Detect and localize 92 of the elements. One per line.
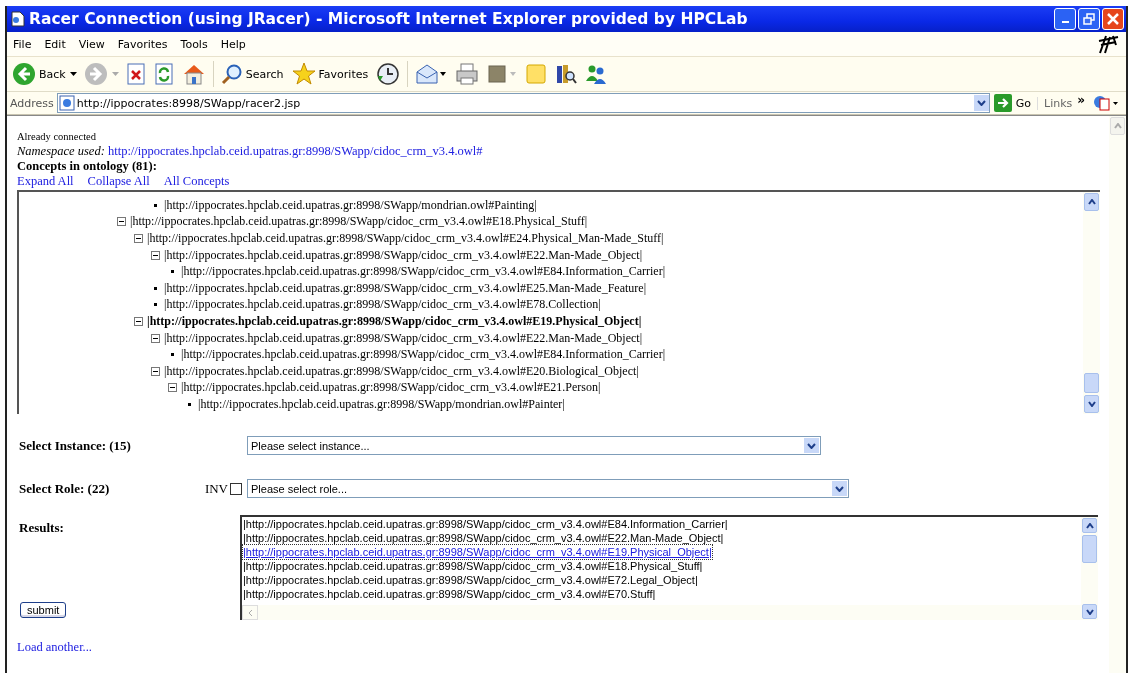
collapse-icon[interactable] xyxy=(151,366,160,376)
dropdown-arrow-icon[interactable] xyxy=(69,72,77,76)
namespace-link[interactable]: http://ippocrates.hpclab.ceid.upatras.gr:8998/SWapp/cidoc_crm_v3.4.owl# xyxy=(107,144,483,158)
scrollbar[interactable] xyxy=(1081,517,1098,620)
note-icon xyxy=(525,63,548,85)
tree-item[interactable]: |http://ippocrates.hpclab.ceid.upatras.gr:8998/SWapp/cidoc_crm_v3.4.owl#E22.Man-Made_Object| xyxy=(164,330,643,346)
tree-item[interactable]: |http://ippocrates.hpclab.ceid.upatras.gr:8998/SWapp/cidoc_crm_v3.4.owl#E22.Man-Made_Object| xyxy=(164,247,643,263)
collapse-icon[interactable] xyxy=(134,316,143,326)
close-button[interactable] xyxy=(1102,8,1124,30)
tree-item[interactable]: |http://ippocrates.hpclab.ceid.upatras.gr:8998/SWapp/mondrian.owl#Painting| xyxy=(164,197,537,213)
tree-item[interactable]: |http://ippocrates.hpclab.ceid.upatras.gr:8998/SWapp/cidoc_crm_v3.4.owl#E24.Physical_Man-Made_Stuff| xyxy=(147,231,664,246)
tree-item[interactable]: |http://ippocrates.hpclab.ceid.upatras.gr:8998/SWapp/cidoc_crm_v3.4.owl#E19.Physical_Object| xyxy=(147,313,642,329)
menu-item[interactable]: Help xyxy=(220,37,246,51)
collapse-icon[interactable] xyxy=(117,217,126,227)
toolbar-button[interactable]: Favorites xyxy=(290,62,370,86)
restore-icon xyxy=(1083,13,1095,25)
go-button[interactable]: Go xyxy=(989,94,1038,112)
page-icon xyxy=(11,11,25,27)
tree-item[interactable]: |http://ippocrates.hpclab.ceid.upatras.gr:8998/SWapp/cidoc_crm_v3.4.owl#E20.Biological_Object| xyxy=(164,363,639,379)
window-title: Racer Connection (using JRacer) - Microsoft Internet Explorer provided by HPCLab xyxy=(29,10,748,28)
list-item[interactable]: |http://ippocrates.hpclab.ceid.upatras.gr:8998/SWapp/cidoc_crm_v3.4.owl#E18.Physical_Stuff| xyxy=(243,559,1081,573)
menu-item[interactable]: Edit xyxy=(44,37,66,51)
inv-label: INV xyxy=(204,480,228,497)
close-icon xyxy=(1107,13,1119,25)
printer-icon xyxy=(455,63,480,85)
minimize-icon xyxy=(1061,21,1069,23)
collapse-icon[interactable] xyxy=(168,383,177,393)
tree-item[interactable]: |http://ippocrates.hpclab.ceid.upatras.gr:8998/SWapp/cidoc_crm_v3.4.owl#E84.Information_Carrier| xyxy=(181,264,666,280)
namespace-label: Namespace used: xyxy=(17,144,105,158)
page-scrollbar[interactable] xyxy=(1109,116,1126,673)
page-icon xyxy=(58,95,75,111)
horizontal-scrollbar[interactable] xyxy=(242,605,1081,620)
history-icon xyxy=(376,62,401,86)
role-select[interactable]: Please select role... xyxy=(247,479,849,498)
tree-item[interactable]: |http://ippocrates.hpclab.ceid.upatras.gr:8998/SWapp/cidoc_crm_v3.4.owl#E18.Physical_Stuff| xyxy=(130,214,588,230)
caret-icon xyxy=(807,442,816,449)
tree-item[interactable]: |http://ippocrates.hpclab.ceid.upatras.gr:8998/SWapp/cidoc_crm_v3.4.owl#E21.Person| xyxy=(181,380,601,396)
star-icon xyxy=(291,62,316,86)
inv-checkbox[interactable] xyxy=(230,482,242,495)
minimize-button[interactable] xyxy=(1054,8,1076,30)
results-label: Results: xyxy=(18,520,65,536)
mail-icon xyxy=(415,63,448,85)
collapse-icon[interactable] xyxy=(134,234,143,243)
scrollbar[interactable] xyxy=(1083,192,1100,414)
menu-item[interactable]: File xyxy=(13,37,32,51)
collapse-icon[interactable] xyxy=(151,250,160,260)
instance-label: Select Instance: (15) xyxy=(18,437,132,454)
pdf-icon[interactable] xyxy=(1093,94,1120,112)
list-item[interactable]: |http://ippocrates.hpclab.ceid.upatras.gr:8998/SWapp/cidoc_crm_v3.4.owl#E84.Information_Carrier| xyxy=(243,517,1081,531)
logo-icon xyxy=(1096,33,1120,55)
toolbar-button[interactable] xyxy=(375,62,402,86)
more-chevron[interactable]: » xyxy=(1077,93,1086,107)
links-label[interactable]: Links xyxy=(1037,96,1073,110)
address-label: Address xyxy=(9,96,55,110)
list-item[interactable]: |http://ippocrates.hpclab.ceid.upatras.gr:8998/SWapp/cidoc_crm_v3.4.owl#E70.Stuff| xyxy=(243,587,1081,601)
tree-item[interactable]: |http://ippocrates.hpclab.ceid.upatras.gr:8998/SWapp/cidoc_crm_v3.4.owl#E25.Man-Made_Feature| xyxy=(164,280,647,296)
address-field[interactable]: http://ippocrates:8998/SWapp/racer2.jsp xyxy=(56,93,990,113)
scroll-thumb[interactable] xyxy=(1082,535,1097,563)
toolbar-button[interactable] xyxy=(414,63,449,85)
refresh-icon xyxy=(153,63,174,85)
collapse-icon[interactable] xyxy=(151,333,160,343)
tree-link[interactable]: All Concepts xyxy=(163,174,230,189)
tree-item[interactable]: |http://ippocrates.hpclab.ceid.upatras.gr:8998/SWapp/mondrian.owl#Painter| xyxy=(198,396,565,412)
concepts-heading: Concepts in ontology (81): xyxy=(17,159,158,174)
list-item[interactable]: |http://ippocrates.hpclab.ceid.upatras.gr:8998/SWapp/cidoc_crm_v3.4.owl#E72.Legal_Object| xyxy=(243,573,1081,587)
books-icon xyxy=(555,63,578,85)
stop-icon xyxy=(125,63,146,85)
search-icon xyxy=(220,63,243,85)
instance-select[interactable]: Please select instance... xyxy=(247,436,821,455)
toolbar-button[interactable]: Back xyxy=(11,62,67,86)
toolbar-button[interactable]: Search xyxy=(219,63,285,85)
role-label: Select Role: (22) xyxy=(18,480,111,497)
toolbar-button[interactable] xyxy=(554,63,579,85)
tree-link[interactable]: Expand All xyxy=(17,174,74,189)
load-another-link[interactable]: Load another... xyxy=(17,640,92,655)
list-item[interactable]: |http://ippocrates.hpclab.ceid.upatras.gr:8998/SWapp/cidoc_crm_v3.4.owl#E22.Man-Made_Object| xyxy=(243,531,1081,545)
submit-button[interactable]: submit xyxy=(20,602,67,618)
toolbar-button[interactable] xyxy=(124,63,147,85)
list-item[interactable]: |http://ippocrates.hpclab.ceid.upatras.gr:8998/SWapp/cidoc_crm_v3.4.owl#E19.Physical_Object| xyxy=(243,545,712,559)
menu-item[interactable]: View xyxy=(78,37,105,51)
tree-link[interactable]: Collapse All xyxy=(87,174,150,189)
menu-item[interactable]: Tools xyxy=(180,37,208,51)
people-icon xyxy=(585,63,608,85)
edit-square-icon xyxy=(487,63,518,85)
tree-item[interactable]: |http://ippocrates.hpclab.ceid.upatras.gr:8998/SWapp/cidoc_crm_v3.4.owl#E78.Collection| xyxy=(164,297,601,313)
tree-item[interactable]: |http://ippocrates.hpclab.ceid.upatras.gr:8998/SWapp/cidoc_crm_v3.4.owl#E84.Information_Carrier| xyxy=(181,347,666,363)
results-list[interactable] xyxy=(240,515,1098,620)
scroll-thumb[interactable] xyxy=(1084,373,1099,393)
caret-icon xyxy=(835,485,844,492)
status-text: Already connected xyxy=(17,131,97,142)
menu-item[interactable]: Favorites xyxy=(117,37,168,51)
restore-button[interactable] xyxy=(1078,8,1100,30)
